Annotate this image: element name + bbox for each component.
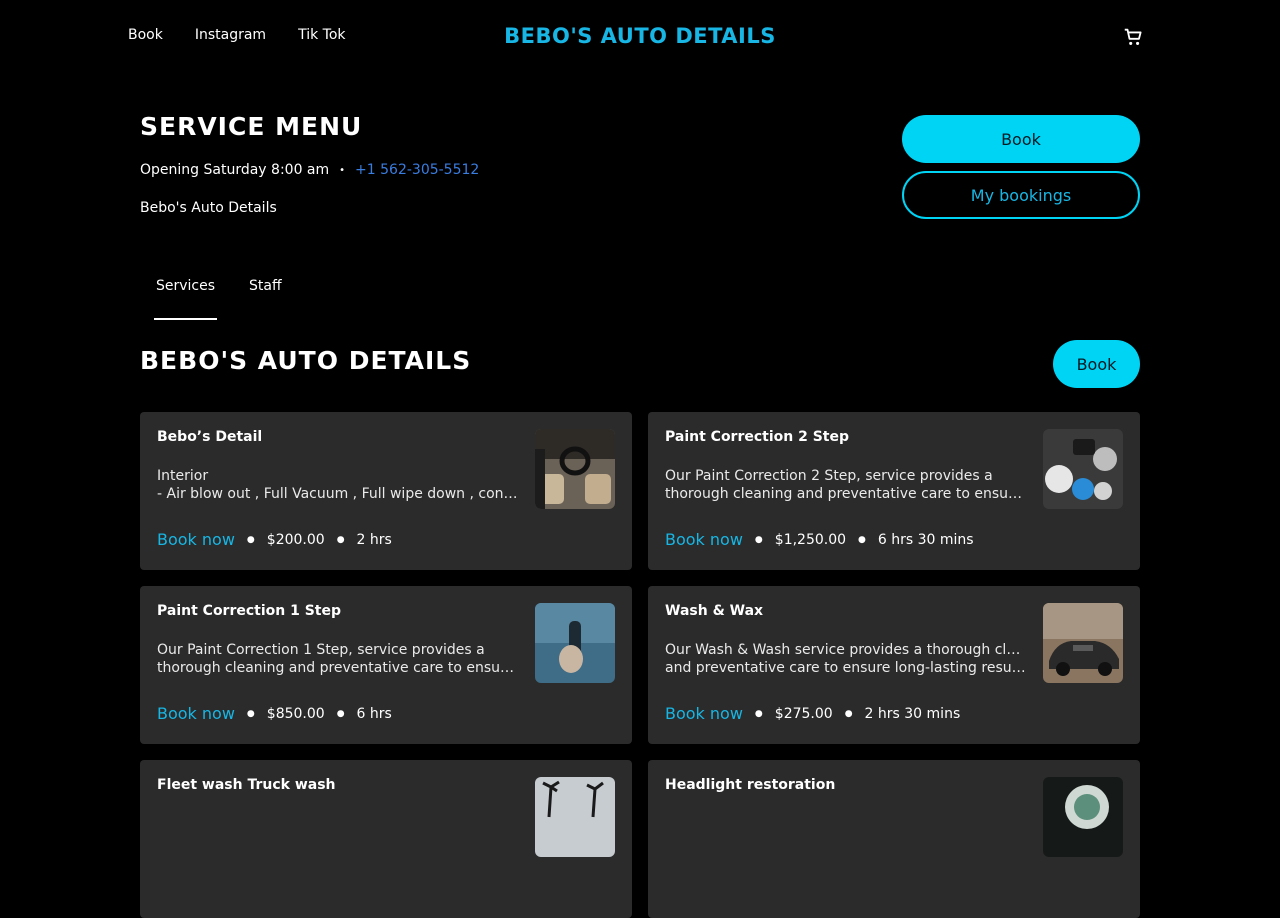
service-meta: Book now ● $850.00 ● 6 hrs	[157, 704, 392, 723]
tab-bar: Services Staff	[154, 278, 284, 320]
service-card[interactable]: Fleet wash Truck wash	[140, 760, 632, 918]
service-title: Wash & Wax	[665, 603, 764, 619]
book-now-link[interactable]: Book now	[665, 704, 743, 723]
book-now-link[interactable]: Book now	[665, 530, 743, 549]
my-bookings-button[interactable]: My bookings	[902, 171, 1140, 219]
service-card[interactable]: Wash & Wax Our Wash & Wash service provi…	[648, 586, 1140, 744]
service-meta: Book now ● $200.00 ● 2 hrs	[157, 530, 392, 549]
service-title: Paint Correction 2 Step	[665, 429, 850, 445]
service-duration: 2 hrs	[356, 531, 392, 548]
cart-icon[interactable]	[1122, 26, 1144, 48]
service-duration: 6 hrs 30 mins	[877, 531, 974, 548]
headlight-photo	[1043, 777, 1123, 857]
service-price: $275.00	[774, 705, 833, 722]
service-price: $200.00	[266, 531, 325, 548]
truck-wash-photo	[535, 777, 615, 857]
service-card[interactable]: Headlight restoration	[648, 760, 1140, 918]
brand-logo[interactable]: Bebo's Auto Details	[0, 24, 1280, 48]
service-description: Our Wash & Wash service provides a thoro…	[665, 642, 1027, 676]
service-price: $1,250.00	[774, 531, 847, 548]
tab-staff[interactable]: Staff	[247, 278, 284, 320]
service-description: Our Paint Correction 2 Step, service pro…	[665, 468, 1027, 502]
tab-services[interactable]: Services	[154, 278, 218, 320]
service-price: $850.00	[266, 705, 325, 722]
service-duration: 2 hrs 30 mins	[864, 705, 961, 722]
service-duration: 6 hrs	[356, 705, 392, 722]
phone-link[interactable]: +1 562-305-5512	[355, 162, 479, 178]
service-title: Fleet wash Truck wash	[157, 777, 336, 793]
polishing-pads-photo	[1043, 429, 1123, 509]
service-card[interactable]: Paint Correction 2 Step Our Paint Correc…	[648, 412, 1140, 570]
car-interior-photo	[535, 429, 615, 509]
service-grid: Bebo’s Detail Interior - Air blow out , F…	[140, 412, 1140, 918]
service-meta: Book now ● $275.00 ● 2 hrs 30 mins	[665, 704, 961, 723]
separator-dot: •	[339, 164, 346, 176]
service-card[interactable]: Bebo’s Detail Interior - Air blow out , F…	[140, 412, 632, 570]
book-now-link[interactable]: Book now	[157, 530, 235, 549]
service-card[interactable]: Paint Correction 1 Step Our Paint Correc…	[140, 586, 632, 744]
service-title: Paint Correction 1 Step	[157, 603, 342, 619]
service-description: Interior - Air blow out , Full Vacuum , F…	[157, 468, 519, 502]
section-title: Bebo's Auto Details	[140, 346, 472, 375]
service-title: Headlight restoration	[665, 777, 836, 793]
service-description: Our Paint Correction 1 Step, service pro…	[157, 642, 519, 676]
book-now-link[interactable]: Book now	[157, 704, 235, 723]
section-book-button[interactable]: Book	[1053, 340, 1140, 388]
service-meta: Book now ● $1,250.00 ● 6 hrs 30 mins	[665, 530, 974, 549]
book-button[interactable]: Book	[902, 115, 1140, 163]
service-title: Bebo’s Detail	[157, 429, 263, 445]
top-nav: Book Instagram Tik Tok Bebo's Auto Detai…	[0, 0, 1280, 74]
opening-hours: Opening Saturday 8:00 am	[140, 162, 330, 178]
paint-polish-photo	[535, 603, 615, 683]
washed-car-photo	[1043, 603, 1123, 683]
